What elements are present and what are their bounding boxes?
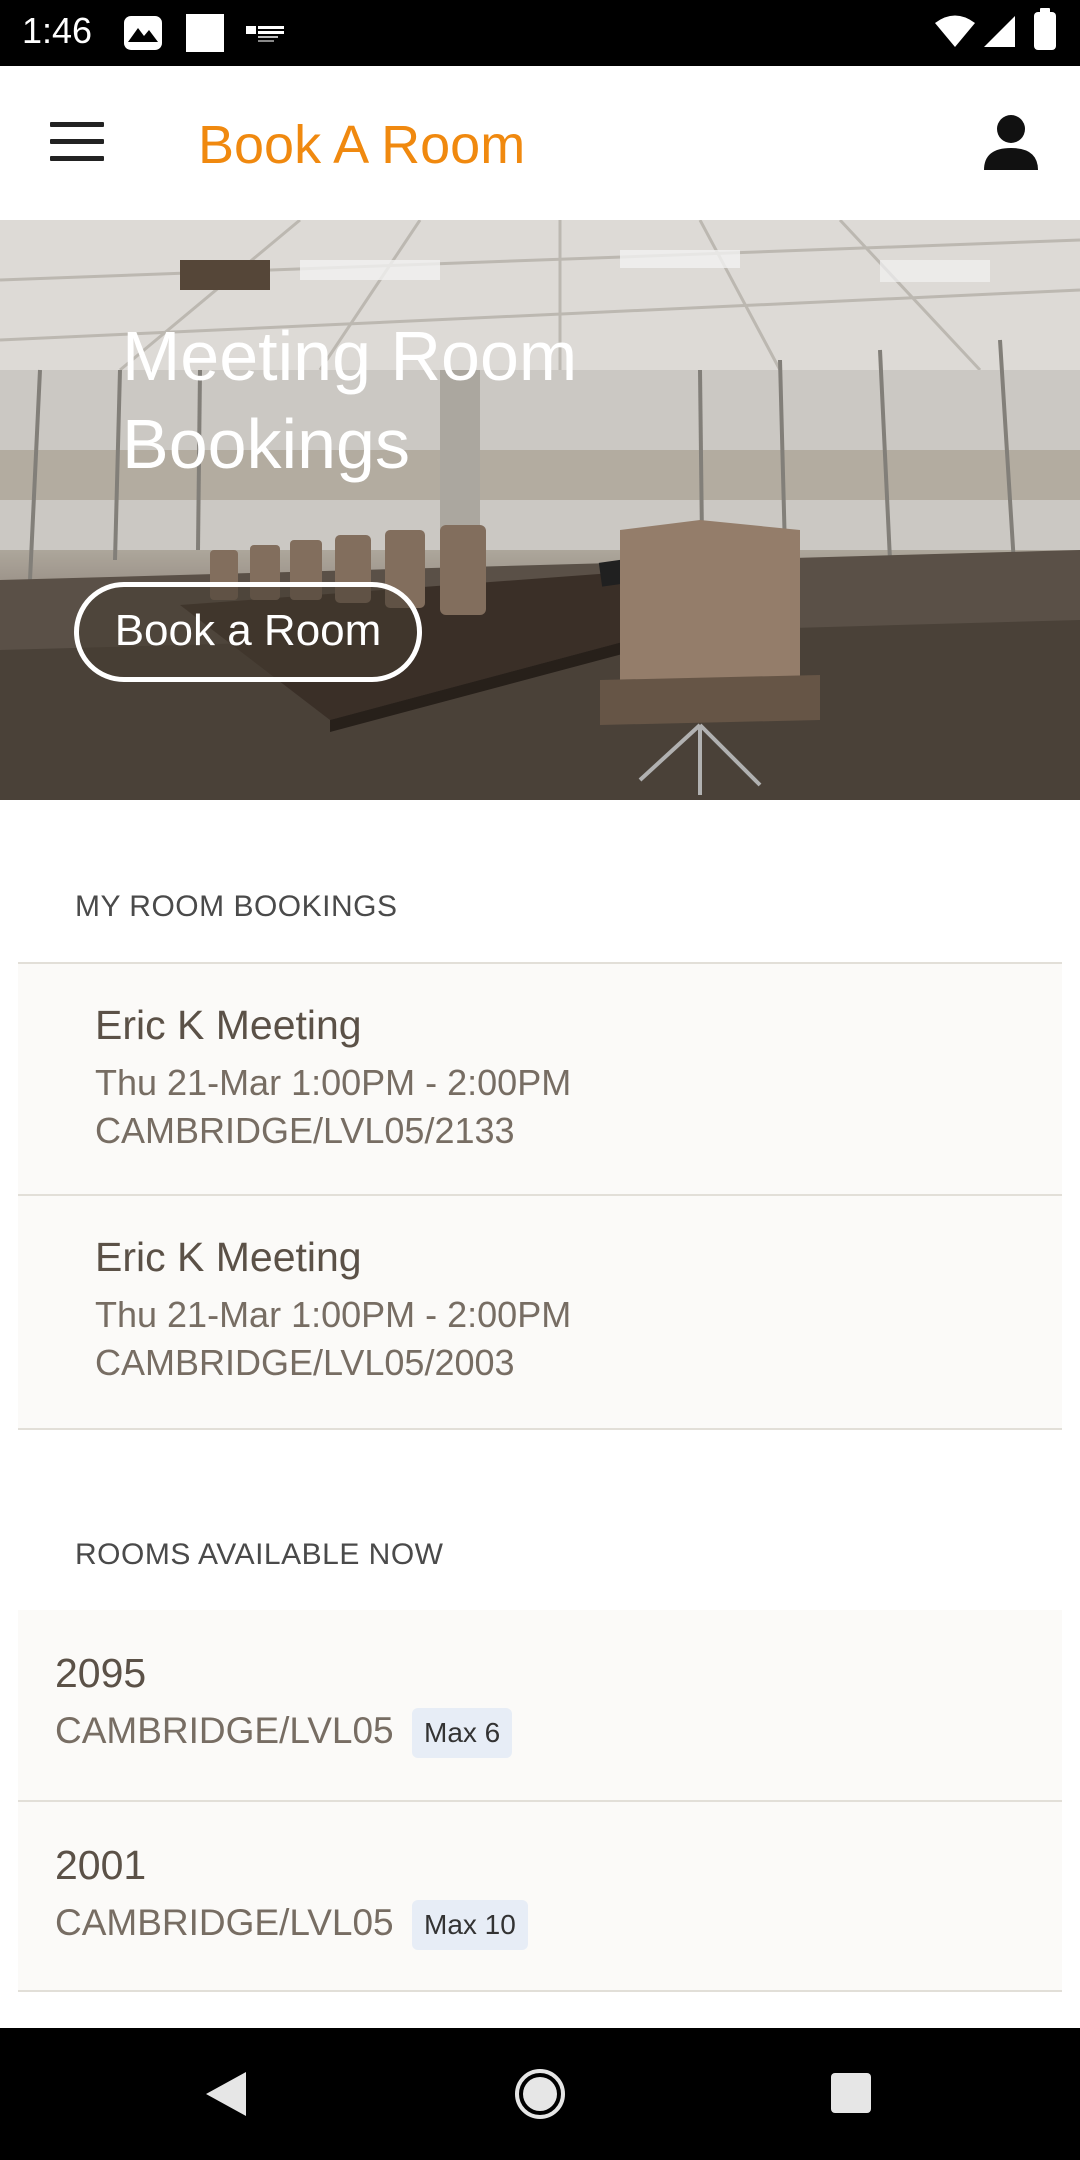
hamburger-menu-icon[interactable] (50, 122, 104, 162)
app-title: Book A Room (198, 115, 526, 175)
navigation-bar (0, 2028, 1080, 2160)
room-number: 2001 (55, 1842, 147, 1888)
status-bar: 1:46 (0, 0, 1080, 66)
college-logo-notification-icon (246, 26, 284, 42)
rooms-available-header: ROOMS AVAILABLE NOW (75, 1538, 444, 1571)
home-circle-icon[interactable] (514, 2068, 566, 2120)
room-location: CAMBRIDGE/LVL05 (55, 1902, 394, 1943)
top-app-bar: Book A Room (0, 66, 1080, 220)
capacity-badge: Max 6 (412, 1708, 513, 1758)
app-screen: Book A Room Meeting Room Bookings Book a… (0, 66, 1080, 2028)
room-number: 2095 (55, 1650, 147, 1696)
booking-title: Eric K Meeting (95, 1234, 362, 1280)
status-time: 1:46 (22, 10, 93, 51)
booking-time: Thu 21-Mar 1:00PM - 2:00PM (95, 1294, 572, 1335)
hero-banner: Meeting Room Bookings Book a Room (0, 220, 1080, 800)
wifi-icon (935, 15, 975, 47)
photos-notification-icon (124, 16, 162, 50)
signal-icon (984, 16, 1015, 47)
book-a-room-button[interactable]: Book a Room (74, 582, 422, 682)
square-notification-icon (186, 14, 224, 52)
booking-title: Eric K Meeting (95, 1002, 362, 1048)
back-triangle-icon[interactable] (204, 2070, 248, 2118)
room-item[interactable]: 2001 CAMBRIDGE/LVL05 Max 10 (18, 1802, 1062, 1992)
room-item[interactable]: 2095 CAMBRIDGE/LVL05 Max 6 (18, 1610, 1062, 1802)
booking-item[interactable]: Eric K Meeting Thu 21-Mar 1:00PM - 2:00P… (18, 962, 1062, 1196)
booking-location: CAMBRIDGE/LVL05/2003 (95, 1342, 515, 1383)
booking-location: CAMBRIDGE/LVL05/2133 (95, 1110, 515, 1151)
room-location: CAMBRIDGE/LVL05 (55, 1710, 394, 1751)
battery-icon (1034, 8, 1056, 50)
booking-time: Thu 21-Mar 1:00PM - 2:00PM (95, 1062, 572, 1103)
booking-item[interactable]: Eric K Meeting Thu 21-Mar 1:00PM - 2:00P… (18, 1196, 1062, 1430)
account-icon[interactable] (982, 114, 1040, 170)
my-bookings-header: MY ROOM BOOKINGS (75, 890, 398, 923)
recents-square-icon[interactable] (830, 2072, 872, 2114)
hero-title: Meeting Room Bookings (122, 317, 578, 483)
capacity-badge: Max 10 (412, 1900, 528, 1950)
conference-room-photo (0, 220, 1080, 800)
